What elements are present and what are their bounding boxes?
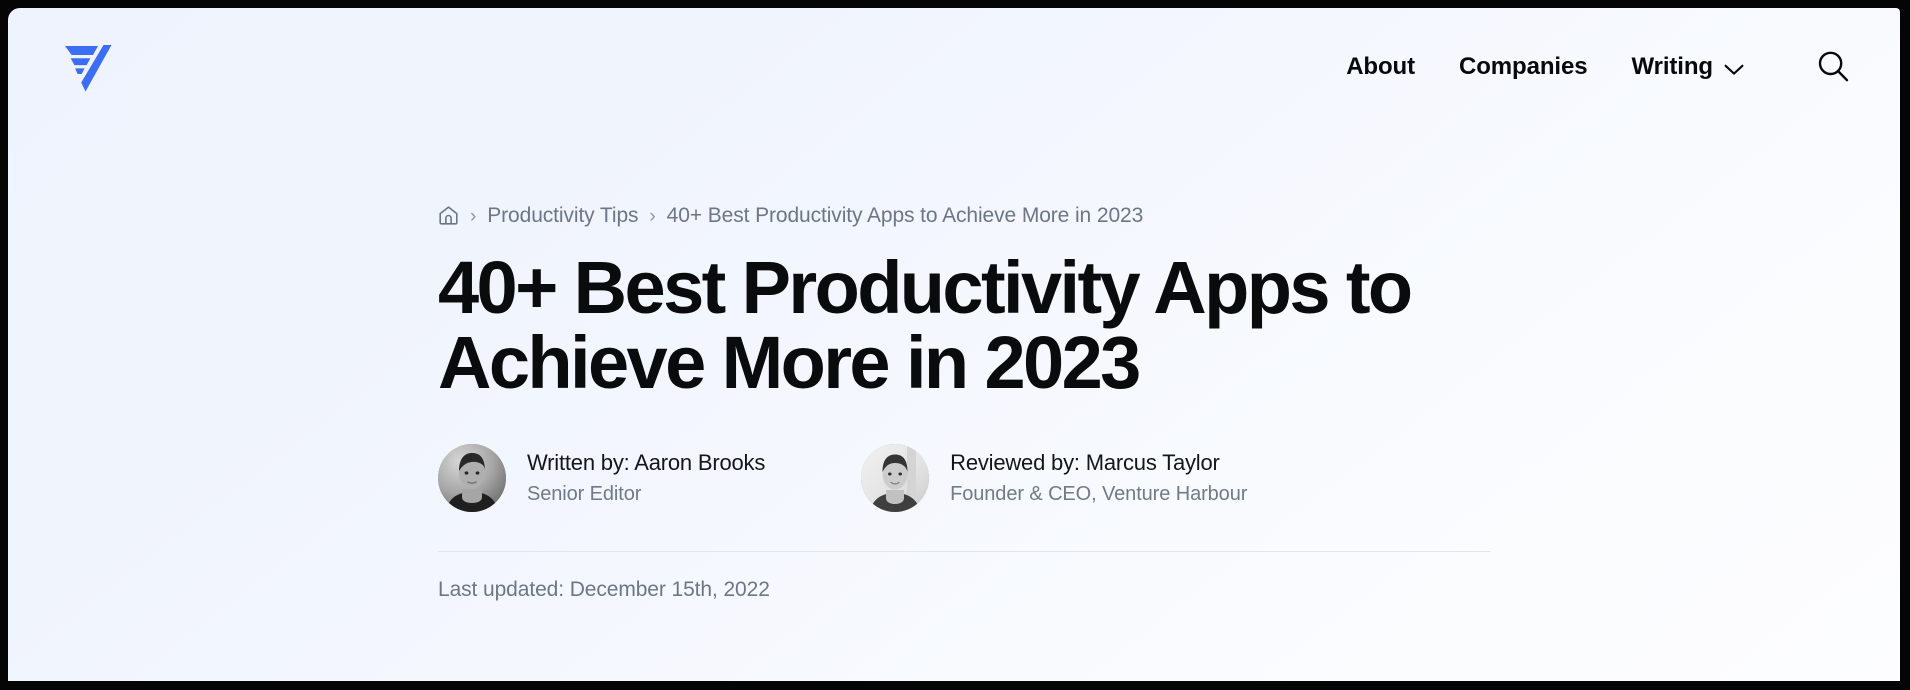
- byline-text-author: Written by: Aaron Brooks Senior Editor: [527, 450, 765, 506]
- byline-group: Written by: Aaron Brooks Senior Editor R…: [438, 443, 1493, 512]
- page-title: 40+ Best Productivity Apps to Achieve Mo…: [438, 246, 1413, 405]
- content-divider: [438, 550, 1491, 552]
- byline-text-reviewer: Reviewed by: Marcus Taylor Founder & CEO…: [950, 450, 1247, 506]
- breadcrumb-separator: ›: [470, 205, 477, 227]
- last-updated: Last updated: December 15th, 2022: [438, 577, 770, 601]
- breadcrumb-item-current: 40+ Best Productivity Apps to Achieve Mo…: [666, 204, 1144, 227]
- screenshot-frame: About Companies Writing › Productivity T…: [0, 0, 1910, 690]
- breadcrumb: › Productivity Tips › 40+ Best Productiv…: [438, 204, 1493, 228]
- home-icon: [438, 205, 459, 226]
- byline-reviewer-role: Founder & CEO, Venture Harbour: [950, 482, 1248, 505]
- nav-label-writing: Writing: [1631, 53, 1713, 80]
- byline-author-role: Senior Editor: [527, 482, 642, 505]
- nav-label-companies: Companies: [1459, 53, 1588, 80]
- search-icon: [1816, 49, 1850, 86]
- byline-author-name: Written by: Aaron Brooks: [527, 449, 766, 475]
- byline-reviewer-name: Reviewed by: Marcus Taylor: [950, 449, 1220, 475]
- article-header: › Productivity Tips › 40+ Best Productiv…: [438, 204, 1493, 602]
- primary-navigation: About Companies Writing: [1324, 46, 1854, 89]
- nav-label-about: About: [1346, 53, 1416, 80]
- venture-harbour-logo[interactable]: [62, 41, 112, 93]
- chevron-down-icon: [1724, 55, 1744, 83]
- byline-author: Written by: Aaron Brooks Senior Editor: [438, 443, 765, 512]
- breadcrumb-home-link[interactable]: [438, 205, 459, 228]
- nav-item-companies[interactable]: Companies: [1437, 47, 1609, 87]
- avatar-aaron-brooks: [438, 443, 506, 512]
- breadcrumb-item-productivity-tips[interactable]: Productivity Tips: [487, 204, 638, 228]
- site-header: About Companies Writing: [8, 8, 1900, 126]
- byline-reviewer: Reviewed by: Marcus Taylor Founder & CEO…: [861, 443, 1247, 512]
- avatar-marcus-taylor: [861, 443, 930, 512]
- nav-item-writing[interactable]: Writing: [1609, 46, 1766, 89]
- search-button[interactable]: [1812, 46, 1854, 88]
- page-viewport: About Companies Writing › Productivity T…: [8, 8, 1900, 681]
- nav-item-about[interactable]: About: [1324, 47, 1437, 87]
- breadcrumb-separator: ›: [649, 205, 656, 227]
